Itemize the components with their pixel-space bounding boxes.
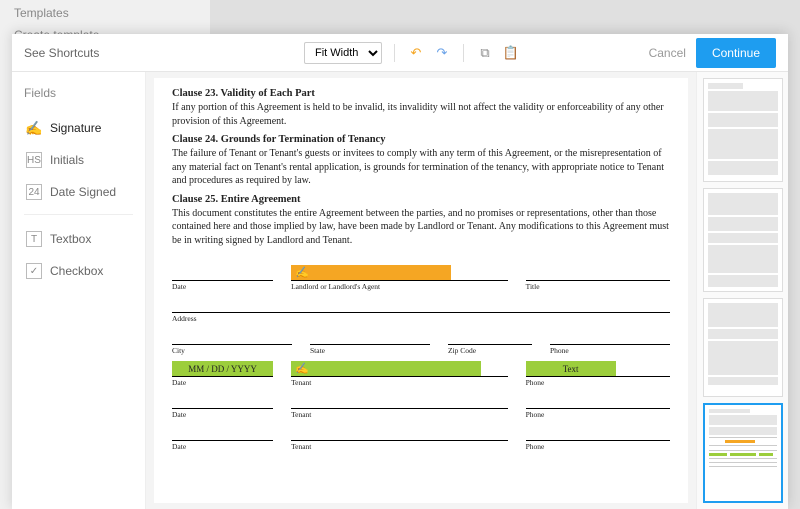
clause-body: If any portion of this Agreement is held…: [172, 101, 670, 128]
label-date: Date: [172, 377, 273, 387]
label-date: Date: [172, 409, 273, 419]
clause-body: The failure of Tenant or Tenant's guests…: [172, 147, 670, 188]
clause-title: Clause 24. Grounds for Termination of Te…: [172, 134, 670, 145]
toolbar-center: Fit Width ↶ ↷ ⧉ 📋: [304, 42, 520, 64]
thumbnail-page-4[interactable]: [703, 403, 783, 503]
label-title: Title: [526, 281, 670, 291]
field-label: Initials: [50, 153, 84, 167]
copy-button[interactable]: ⧉: [476, 44, 494, 62]
thumbnail-page-1[interactable]: [703, 78, 783, 182]
see-shortcuts-link[interactable]: See Shortcuts: [24, 46, 99, 60]
fields-title: Fields: [24, 86, 133, 100]
label-date: Date: [172, 281, 273, 291]
field-checkbox[interactable]: ✓ Checkbox: [24, 257, 133, 285]
checkbox-icon: ✓: [26, 263, 42, 279]
thumbnail-page-2[interactable]: [703, 188, 783, 292]
thumbnail-page-3[interactable]: [703, 298, 783, 397]
separator: [24, 214, 133, 215]
zoom-select[interactable]: Fit Width: [304, 42, 382, 64]
cancel-button[interactable]: Cancel: [649, 46, 686, 60]
field-initials[interactable]: HS Initials: [24, 146, 133, 174]
label-landlord: Landlord or Landlord's Agent: [291, 281, 508, 291]
field-date-signed[interactable]: 24 Date Signed: [24, 178, 133, 206]
calendar-icon: 24: [26, 184, 42, 200]
divider: [463, 44, 464, 62]
continue-button[interactable]: Continue: [696, 38, 776, 68]
field-label: Textbox: [50, 232, 91, 246]
initials-icon: HS: [26, 152, 42, 168]
fields-panel: Fields ✍ Signature HS Initials 24 Date S…: [12, 72, 146, 509]
label-phone: Phone: [526, 409, 670, 419]
redo-button[interactable]: ↷: [433, 44, 451, 62]
nav-templates[interactable]: Templates: [14, 6, 196, 20]
label-tenant: Tenant: [291, 441, 508, 451]
textbox-icon: T: [26, 231, 42, 247]
label-zip: Zip Code: [448, 345, 532, 355]
clause-title: Clause 23. Validity of Each Part: [172, 88, 670, 99]
label-tenant: Tenant: [291, 377, 508, 387]
field-signature[interactable]: ✍ Signature: [24, 114, 133, 142]
label-phone: Phone: [550, 345, 670, 355]
template-editor-modal: See Shortcuts Fit Width ↶ ↷ ⧉ 📋 Cancel C…: [12, 34, 788, 509]
page-thumbnails: [696, 72, 788, 509]
label-phone: Phone: [526, 377, 670, 387]
paste-button[interactable]: 📋: [502, 44, 520, 62]
field-textbox[interactable]: T Textbox: [24, 225, 133, 253]
field-label: Signature: [50, 121, 101, 135]
signature-form: Date ✍ Landlord or Landlord's Agent Titl…: [172, 265, 670, 451]
label-state: State: [310, 345, 430, 355]
label-city: City: [172, 345, 292, 355]
label-date: Date: [172, 441, 273, 451]
document-canvas[interactable]: Clause 23. Validity of Each Part If any …: [146, 72, 696, 509]
clause-body: This document constitutes the entire Agr…: [172, 207, 670, 248]
clause-title: Clause 25. Entire Agreement: [172, 194, 670, 205]
undo-button[interactable]: ↶: [407, 44, 425, 62]
signature-icon: ✍: [26, 120, 42, 136]
divider: [394, 44, 395, 62]
label-tenant: Tenant: [291, 409, 508, 419]
modal-header: See Shortcuts Fit Width ↶ ↷ ⧉ 📋 Cancel C…: [12, 34, 788, 72]
label-phone: Phone: [526, 441, 670, 451]
field-label: Checkbox: [50, 264, 103, 278]
label-address: Address: [172, 313, 670, 323]
document-page: Clause 23. Validity of Each Part If any …: [154, 78, 688, 503]
field-label: Date Signed: [50, 185, 116, 199]
